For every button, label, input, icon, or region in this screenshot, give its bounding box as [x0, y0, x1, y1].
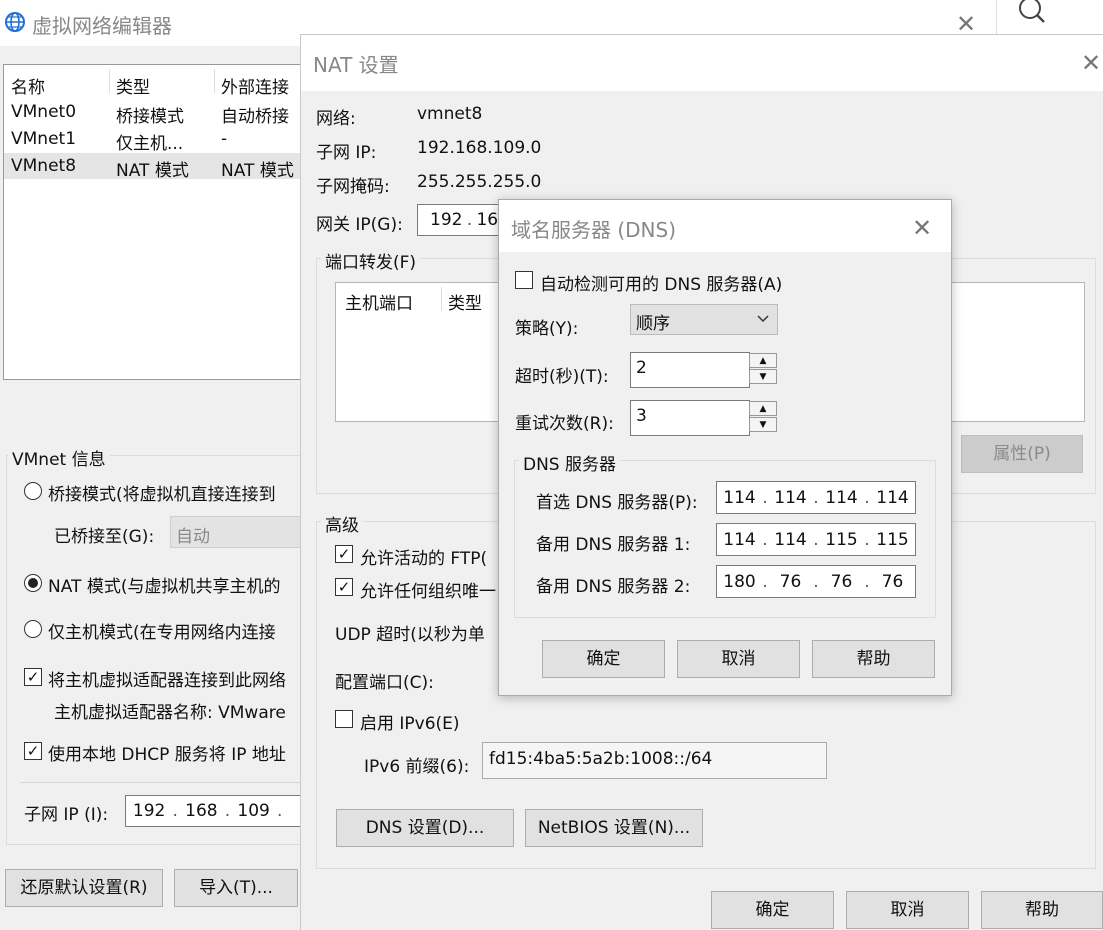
enable-ipv6-label[interactable]: 启用 IPv6(E): [360, 709, 460, 734]
allow-ftp-label[interactable]: 允许活动的 FTP(: [360, 544, 487, 569]
dns-ok-button[interactable]: 确定: [542, 640, 665, 678]
timeout-label: 超时(秒)(T):: [515, 367, 609, 387]
allow-org-checkbox[interactable]: ✓: [335, 578, 353, 596]
use-dhcp-label[interactable]: 使用本地 DHCP 服务将 IP 地址: [48, 740, 286, 765]
subnet-ip-label: 子网 IP:: [316, 143, 377, 163]
dns-title: 域名服务器 (DNS): [511, 218, 677, 242]
advanced-title: 高级: [321, 511, 363, 536]
alt1-dns-field[interactable]: 114. 114. 115. 115: [716, 523, 916, 556]
import-button[interactable]: 导入(T)...: [174, 869, 298, 907]
subnet-mask-label: 子网掩码:: [316, 177, 390, 197]
globe-icon: [5, 12, 25, 32]
nat-ok-button[interactable]: 确定: [711, 891, 834, 929]
dns-settings-button[interactable]: DNS 设置(D)...: [336, 809, 514, 847]
bridged-to-select[interactable]: 自动: [170, 516, 310, 548]
subnet-ip-value: 192.168.109.0: [417, 138, 542, 158]
check-icon: ✓: [26, 742, 40, 760]
enable-ipv6-checkbox[interactable]: [335, 710, 353, 728]
search-area: [996, 0, 1103, 34]
properties-button[interactable]: 属性(P): [961, 435, 1083, 473]
connect-adapter-checkbox[interactable]: ✓: [24, 668, 42, 686]
nat-title: NAT 设置: [313, 53, 399, 77]
vmnet-info-group: [6, 455, 306, 845]
auto-detect-dns-label[interactable]: 自动检测可用的 DNS 服务器(A): [540, 270, 782, 295]
spin-up-icon[interactable]: ▲: [749, 401, 777, 416]
retries-stepper[interactable]: ▲ ▼: [749, 401, 777, 433]
retries-label: 重试次数(R):: [515, 414, 614, 434]
ipv6-prefix-field[interactable]: fd15:4ba5:5a2b:1008::/64: [482, 742, 827, 779]
gateway-label: 网关 IP(G):: [316, 215, 403, 235]
bridge-mode-radio[interactable]: [24, 482, 42, 500]
bridge-mode-label[interactable]: 桥接模式(将虚拟机直接连接到: [48, 480, 276, 505]
subnet-ip-label: 子网 IP (I):: [24, 805, 109, 825]
subnet-mask-value: 255.255.255.0: [417, 172, 542, 192]
search-icon[interactable]: [1016, 0, 1048, 26]
allow-org-label[interactable]: 允许任何组织唯一: [360, 577, 496, 602]
timeout-stepper[interactable]: ▲ ▼: [749, 353, 777, 385]
host-only-label[interactable]: 仅主机模式(在专用网络内连接: [48, 618, 276, 643]
spin-down-icon[interactable]: ▼: [749, 417, 777, 432]
nat-mode-label[interactable]: NAT 模式(与虚拟机共享主机的: [48, 572, 280, 597]
retries-input[interactable]: 3: [630, 400, 750, 436]
policy-label: 策略(Y):: [515, 319, 579, 339]
dns-title-bar: 域名服务器 (DNS) ✕: [499, 200, 951, 252]
chevron-down-icon: [757, 315, 769, 323]
check-icon: ✓: [337, 578, 351, 596]
table-row[interactable]: VMnet1 仅主机... -: [4, 126, 302, 154]
bridged-to-label: 已桥接至(G):: [54, 527, 155, 547]
alt1-dns-label: 备用 DNS 服务器 1:: [536, 535, 691, 555]
vmnet-info-title: VMnet 信息: [8, 445, 110, 470]
network-list[interactable]: 名称 类型 外部连接 VMnet0 桥接模式 自动桥接 VMnet1 仅主机..…: [3, 64, 303, 380]
nat-cancel-button[interactable]: 取消: [846, 891, 969, 929]
port-forward-title: 端口转发(F): [321, 248, 421, 273]
auto-detect-dns-checkbox[interactable]: [515, 271, 533, 289]
spin-up-icon[interactable]: ▲: [749, 353, 777, 368]
alt2-dns-label: 备用 DNS 服务器 2:: [536, 577, 691, 597]
col-type[interactable]: 类型: [448, 289, 482, 314]
nat-title-bar: NAT 设置 ✕: [301, 35, 1103, 91]
network-label: 网络:: [316, 109, 356, 129]
dns-cancel-button[interactable]: 取消: [677, 640, 800, 678]
dns-servers-title: DNS 服务器: [519, 450, 621, 475]
window-title: 虚拟网络编辑器: [32, 14, 172, 38]
use-dhcp-checkbox[interactable]: ✓: [24, 742, 42, 760]
table-row[interactable]: VMnet0 桥接模式 自动桥接: [4, 99, 302, 127]
col-name[interactable]: 名称: [11, 73, 45, 98]
network-value: vmnet8: [417, 104, 483, 124]
close-icon[interactable]: ✕: [1081, 51, 1101, 75]
check-icon: ✓: [26, 668, 40, 686]
col-external[interactable]: 外部连接: [221, 73, 289, 98]
policy-select[interactable]: 顺序: [630, 304, 778, 335]
alt2-dns-field[interactable]: 180. 76. 76. 76: [716, 565, 916, 598]
col-host-port[interactable]: 主机端口: [345, 289, 413, 314]
dns-help-button[interactable]: 帮助: [812, 640, 935, 678]
close-icon[interactable]: ✕: [912, 216, 932, 240]
restore-defaults-button[interactable]: 还原默认设置(R): [5, 869, 163, 907]
adapter-name-label: 主机虚拟适配器名称: VMware: [54, 703, 286, 723]
check-icon: ✓: [337, 545, 351, 563]
udp-timeout-label: UDP 超时(以秒为单: [335, 625, 485, 645]
connect-adapter-label[interactable]: 将主机虚拟适配器连接到此网络: [48, 666, 286, 691]
col-type[interactable]: 类型: [116, 73, 150, 98]
preferred-dns-label: 首选 DNS 服务器(P):: [536, 493, 698, 513]
host-only-radio[interactable]: [24, 620, 42, 638]
divider: [20, 782, 302, 783]
table-row-selected[interactable]: VMnet8 NAT 模式 NAT 模式: [4, 153, 302, 181]
nat-help-button[interactable]: 帮助: [981, 891, 1103, 929]
config-port-label: 配置端口(C):: [335, 673, 434, 693]
spin-down-icon[interactable]: ▼: [749, 369, 777, 384]
nat-mode-radio[interactable]: [24, 574, 42, 592]
preferred-dns-field[interactable]: 114. 114. 114. 114: [716, 481, 916, 514]
netbios-settings-button[interactable]: NetBIOS 设置(N)...: [525, 809, 703, 847]
close-icon[interactable]: ✕: [956, 12, 976, 36]
allow-ftp-checkbox[interactable]: ✓: [335, 545, 353, 563]
timeout-input[interactable]: 2: [630, 352, 750, 388]
ipv6-prefix-label: IPv6 前缀(6):: [364, 757, 470, 777]
